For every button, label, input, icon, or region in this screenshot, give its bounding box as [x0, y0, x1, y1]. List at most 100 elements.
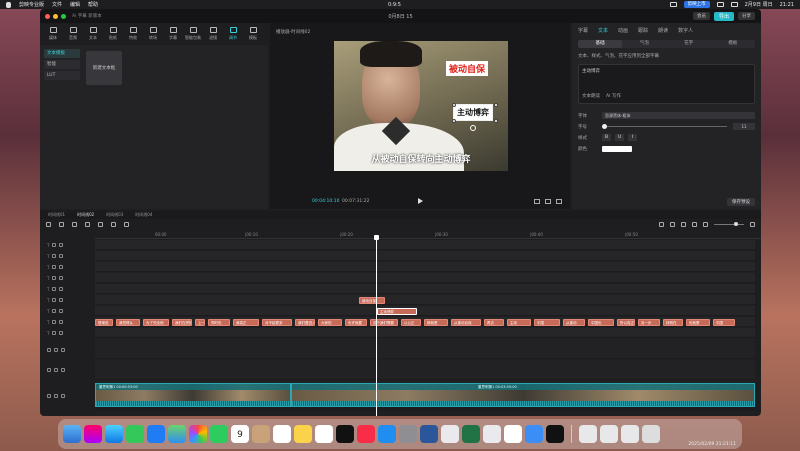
- caption-clip[interactable]: 对不起更多: [262, 319, 292, 326]
- tool-media[interactable]: 媒体: [44, 23, 62, 45]
- contacts-icon[interactable]: [252, 425, 270, 443]
- window-thumbnail[interactable]: [579, 425, 597, 443]
- wechat-icon[interactable]: [483, 425, 501, 443]
- fit-icon[interactable]: [545, 198, 551, 204]
- lock-icon[interactable]: [52, 254, 57, 258]
- chat-icon[interactable]: [441, 425, 459, 443]
- category-item[interactable]: 文本模板: [44, 49, 80, 58]
- wifi-icon[interactable]: [716, 2, 724, 7]
- fullscreen-icon[interactable]: [556, 198, 562, 204]
- track-header[interactable]: T: [44, 240, 94, 250]
- rotate-handle-icon[interactable]: [470, 125, 476, 131]
- tab-tracking[interactable]: 跟踪: [638, 27, 648, 34]
- ai-write-option[interactable]: AI 写作: [606, 93, 621, 99]
- system-settings-icon[interactable]: [399, 425, 417, 443]
- caption-selected-text[interactable]: 主动博弈: [453, 104, 493, 121]
- track-header[interactable]: T: [44, 251, 94, 261]
- track-header[interactable]: [44, 344, 94, 356]
- timeline-tab[interactable]: 时间线02: [77, 212, 94, 218]
- text-read-option[interactable]: 文本朗读: [582, 93, 600, 99]
- timeline-tab[interactable]: 时间线03: [106, 212, 123, 218]
- caption-red-text[interactable]: 被动自保: [446, 61, 489, 76]
- reminders-icon[interactable]: [273, 425, 291, 443]
- caption-clip[interactable]: 从被动自保: [451, 319, 481, 326]
- maps-icon[interactable]: [168, 425, 186, 443]
- italic-button[interactable]: I: [628, 134, 637, 141]
- preview-axis-icon[interactable]: [692, 222, 697, 227]
- app-store-icon[interactable]: [378, 425, 396, 443]
- caption-clip[interactable]: 特别在: [663, 319, 683, 326]
- caption-clip[interactable]: 也许就要: [345, 319, 367, 326]
- subtab-fancy[interactable]: 花字: [667, 40, 711, 48]
- track-header[interactable]: T: [44, 262, 94, 272]
- mail-icon[interactable]: [147, 425, 165, 443]
- track-header[interactable]: T: [44, 306, 94, 316]
- tool-caption[interactable]: 字幕: [164, 23, 182, 45]
- split-icon[interactable]: [98, 222, 103, 227]
- category-item[interactable]: 智能: [44, 60, 80, 69]
- caption-clip[interactable]: 中国: [534, 319, 560, 326]
- eye-icon[interactable]: [59, 276, 64, 280]
- eye-icon[interactable]: [59, 320, 64, 324]
- lock-icon[interactable]: [52, 276, 57, 280]
- resize-handle[interactable]: [452, 103, 456, 107]
- track-header[interactable]: T: [44, 328, 94, 338]
- playhead[interactable]: [374, 235, 379, 416]
- cursor-icon[interactable]: [59, 222, 64, 227]
- eye-icon[interactable]: [59, 254, 64, 258]
- lock-icon[interactable]: [54, 394, 58, 398]
- resize-handle[interactable]: [452, 119, 456, 123]
- eye-icon[interactable]: [59, 309, 64, 313]
- undo-icon[interactable]: [72, 222, 77, 227]
- menubar-date[interactable]: 2月9日 周日: [745, 1, 773, 8]
- playhead-handle[interactable]: [374, 235, 379, 240]
- caption-clip[interactable]: 同时也: [208, 319, 230, 326]
- lock-icon[interactable]: [52, 265, 57, 269]
- music-icon[interactable]: [357, 425, 375, 443]
- lock-icon[interactable]: [52, 243, 57, 247]
- lock-icon[interactable]: [52, 309, 57, 313]
- lock-icon[interactable]: [52, 320, 57, 324]
- tool-smart-pack[interactable]: 智能包装: [184, 23, 202, 45]
- track-header[interactable]: T: [44, 284, 94, 294]
- new-textbox-card[interactable]: 新建文本框: [86, 51, 122, 85]
- timeline-tracks[interactable]: 被动自保 主动博弈 很难说我觉得从为了完全他我们在拼的上一层同时也我真正对不起更…: [95, 240, 755, 416]
- font-select[interactable]: 思源黑体-粗体: [602, 112, 755, 119]
- caption-clip[interactable]: 以公正: [401, 319, 421, 326]
- video-clip-2[interactable]: 董思明第1 00:03:55:00: [291, 383, 755, 407]
- caption-clip[interactable]: 从被动: [563, 319, 585, 326]
- tool-sticker[interactable]: 贴纸: [104, 23, 122, 45]
- tab-text[interactable]: 文本: [598, 27, 608, 34]
- messages-icon[interactable]: [126, 425, 144, 443]
- calendar-icon[interactable]: 9: [231, 425, 249, 443]
- caption-clip[interactable]: 我们在拼的: [172, 319, 192, 326]
- caption-clip[interactable]: 我们要进入新的: [295, 319, 315, 326]
- capcut-icon[interactable]: [546, 425, 564, 443]
- delete-icon[interactable]: [124, 222, 129, 227]
- menubar-app-name[interactable]: 剪映专业版: [19, 1, 44, 8]
- mute-icon[interactable]: [61, 368, 65, 372]
- trash-icon[interactable]: [642, 425, 660, 443]
- tool-adjust[interactable]: 调节: [224, 23, 242, 45]
- mute-icon[interactable]: [61, 348, 65, 352]
- size-slider[interactable]: [602, 124, 727, 129]
- track-header[interactable]: [44, 364, 94, 376]
- tool-audio[interactable]: 音频: [64, 23, 82, 45]
- underline-button[interactable]: U: [615, 134, 624, 141]
- tab-digital-human[interactable]: 数字人: [678, 27, 693, 34]
- cloud-icon[interactable]: [504, 425, 522, 443]
- color-swatch[interactable]: [602, 145, 632, 152]
- apple-icon[interactable]: [6, 1, 11, 8]
- baidu-netdisk-icon[interactable]: [525, 425, 543, 443]
- safari-icon[interactable]: [105, 425, 123, 443]
- resize-handle[interactable]: [494, 103, 498, 107]
- caption-clip[interactable]: 那就是: [424, 319, 448, 326]
- caption-clip[interactable]: 再去: [484, 319, 504, 326]
- track-header[interactable]: T: [44, 317, 94, 327]
- video-preview[interactable]: 被动自保 主动博弈 从被动自保转向主动博弈: [334, 41, 508, 171]
- lock-icon[interactable]: [52, 287, 57, 291]
- caption-clip[interactable]: 我觉得从: [116, 319, 140, 326]
- caption-clip[interactable]: 也就是: [686, 319, 710, 326]
- word-icon[interactable]: [420, 425, 438, 443]
- finder-icon[interactable]: [63, 425, 81, 443]
